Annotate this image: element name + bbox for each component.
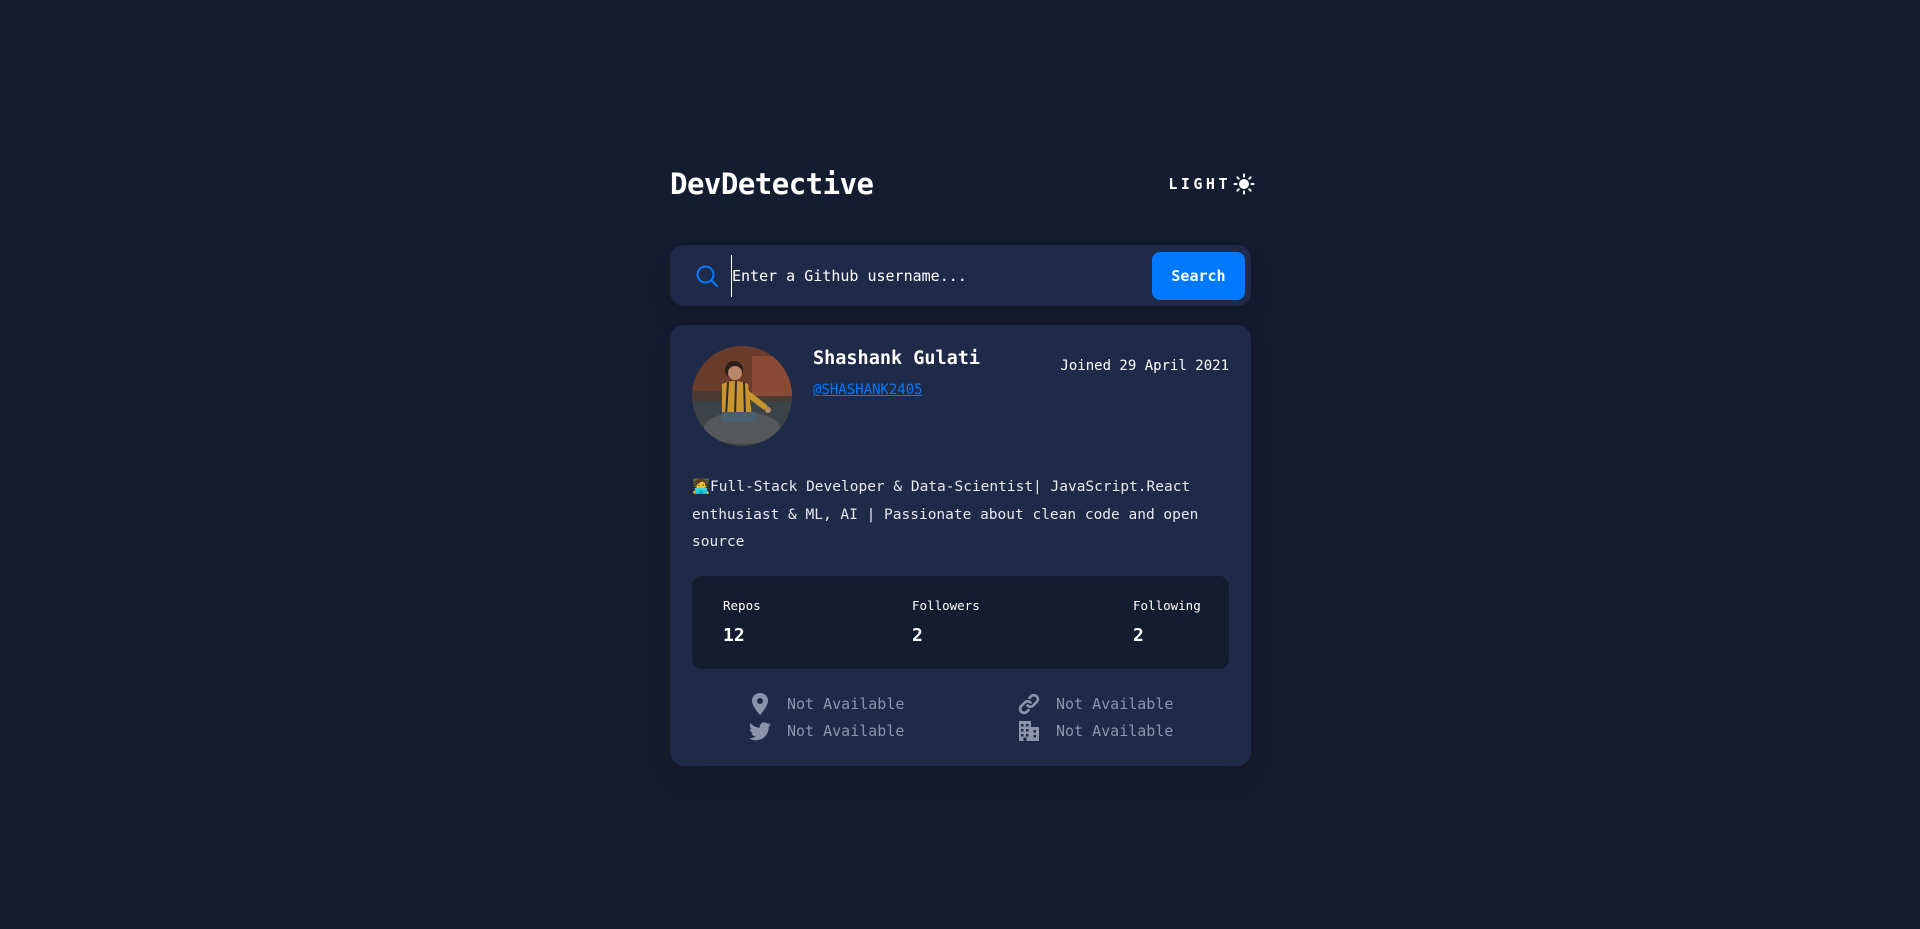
user-bio: 🧑‍💻Full-Stack Developer & Data-Scientist… xyxy=(692,479,1199,550)
stat-following-value: 2 xyxy=(1133,625,1144,646)
app-container: DevDetective LIGHT Enter a Github userna… xyxy=(670,162,1255,766)
twitter-item: Not Available xyxy=(748,718,904,744)
stat-following: Following 2 xyxy=(1133,598,1201,646)
location-icon xyxy=(748,692,772,716)
stat-followers-value: 2 xyxy=(912,625,923,646)
blog-item: Not Available xyxy=(1017,691,1173,717)
building-icon xyxy=(1017,719,1041,743)
twitter-text: Not Available xyxy=(787,722,905,740)
stat-repos-label: Repos xyxy=(723,598,761,613)
joined-date: Joined 29 April 2021 xyxy=(1060,358,1229,374)
header: DevDetective LIGHT xyxy=(670,162,1255,206)
location-item: Not Available xyxy=(748,691,904,717)
stat-followers-label: Followers xyxy=(912,598,980,613)
search-button[interactable]: Search xyxy=(1152,251,1245,300)
brand-title: DevDetective xyxy=(670,167,874,201)
sun-icon xyxy=(1233,173,1255,195)
location-text: Not Available xyxy=(787,695,905,713)
company-item: Not Available xyxy=(1017,718,1173,744)
search-bar: Search xyxy=(670,245,1251,306)
profile-card: Shashank Gulati @SHASHANK2405 Joined 29 … xyxy=(670,325,1251,766)
search-icon xyxy=(695,264,719,288)
twitter-icon xyxy=(748,719,772,743)
theme-toggle[interactable]: LIGHT xyxy=(1168,173,1255,195)
avatar xyxy=(692,346,792,446)
user-name: Shashank Gulati xyxy=(813,348,981,369)
search-input[interactable] xyxy=(731,254,1152,297)
stat-repos-value: 12 xyxy=(723,625,745,646)
stat-repos: Repos 12 xyxy=(723,598,761,646)
link-icon xyxy=(1017,692,1041,716)
theme-toggle-label: LIGHT xyxy=(1168,175,1231,193)
company-text: Not Available xyxy=(1056,722,1174,740)
user-login-link[interactable]: @SHASHANK2405 xyxy=(813,382,923,398)
stat-following-label: Following xyxy=(1133,598,1201,613)
blog-text: Not Available xyxy=(1056,695,1174,713)
stat-followers: Followers 2 xyxy=(912,598,980,646)
stats-panel: Repos 12 Followers 2 Following 2 xyxy=(692,576,1229,669)
